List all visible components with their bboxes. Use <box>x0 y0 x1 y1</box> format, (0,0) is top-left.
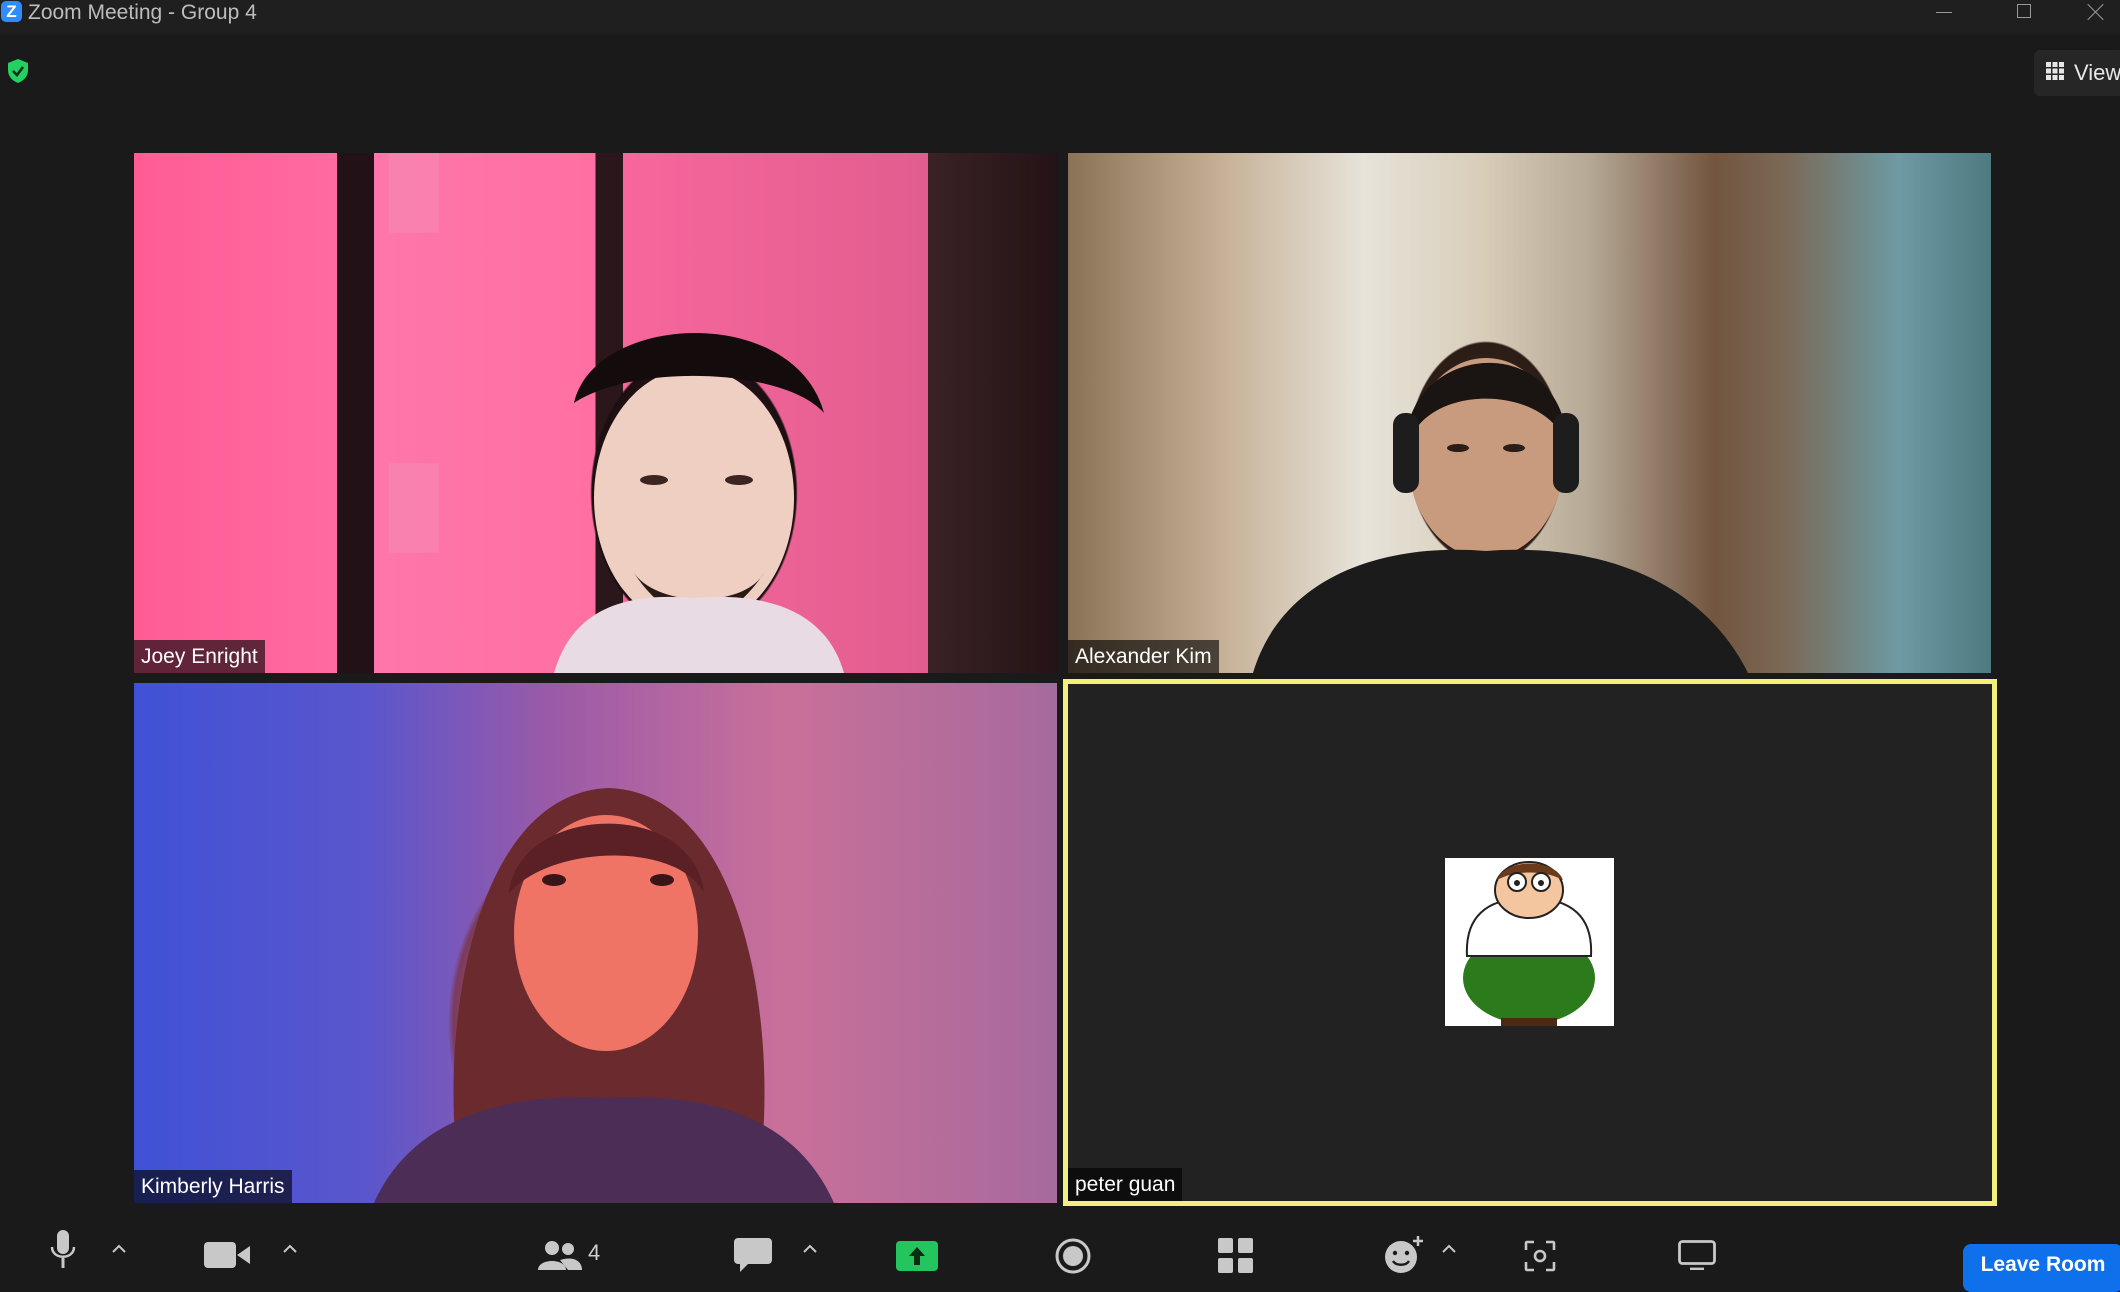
more-icon[interactable] <box>1678 1240 1716 1270</box>
video-options-chevron-icon[interactable] <box>283 1244 297 1254</box>
close-window-button[interactable] <box>2072 0 2120 26</box>
participants-icon[interactable] <box>538 1240 582 1270</box>
video-tile-kimberly-harris[interactable]: Kimberly Harris <box>134 683 1057 1203</box>
video-camera-icon[interactable] <box>204 1242 250 1268</box>
video-tile-alexander-kim[interactable]: Alexander Kim <box>1068 153 1991 673</box>
video-tile-joey-enright[interactable]: Joey Enright <box>134 153 1057 673</box>
reactions-options-chevron-icon[interactable] <box>1442 1244 1456 1254</box>
security-shield-icon[interactable] <box>6 58 30 84</box>
participant-name-tag: Alexander Kim <box>1068 640 1219 673</box>
profile-avatar-image <box>1445 858 1614 1026</box>
maximize-button[interactable] <box>1998 0 2048 26</box>
apps-icon[interactable] <box>1218 1238 1254 1274</box>
title-bar: Z Zoom Meeting - Group 4 <box>0 0 2120 34</box>
meeting-toolbar: 4 Leave Room <box>0 1212 2120 1292</box>
reactions-icon[interactable] <box>1384 1236 1424 1274</box>
participant-name-tag: Kimberly Harris <box>134 1170 292 1203</box>
participant-name-tag: Joey Enright <box>134 640 265 673</box>
chat-icon[interactable] <box>734 1238 772 1272</box>
chat-options-chevron-icon[interactable] <box>803 1244 817 1254</box>
participant-video-feed <box>1253 358 1748 673</box>
video-tile-peter-guan[interactable]: peter guan <box>1063 679 1997 1206</box>
participant-name-tag: peter guan <box>1068 1168 1183 1201</box>
minimize-button[interactable] <box>1918 0 1968 26</box>
leave-room-button[interactable]: Leave Room <box>1963 1244 2120 1292</box>
view-label: View <box>2074 60 2120 85</box>
window-title: Zoom Meeting - Group 4 <box>28 1 257 24</box>
record-icon[interactable] <box>1055 1238 1091 1274</box>
view-button[interactable]: View <box>2034 50 2120 96</box>
zoom-logo-icon: Z <box>1 1 22 22</box>
audio-options-chevron-icon[interactable] <box>112 1244 126 1254</box>
grid-view-icon <box>2046 62 2064 80</box>
participants-count: 4 <box>588 1240 601 1265</box>
participant-video-feed <box>389 153 844 673</box>
microphone-icon[interactable] <box>50 1230 76 1270</box>
participant-video-feed <box>374 788 834 1203</box>
share-screen-icon[interactable] <box>896 1241 938 1271</box>
whiteboard-icon[interactable] <box>1524 1240 1556 1272</box>
